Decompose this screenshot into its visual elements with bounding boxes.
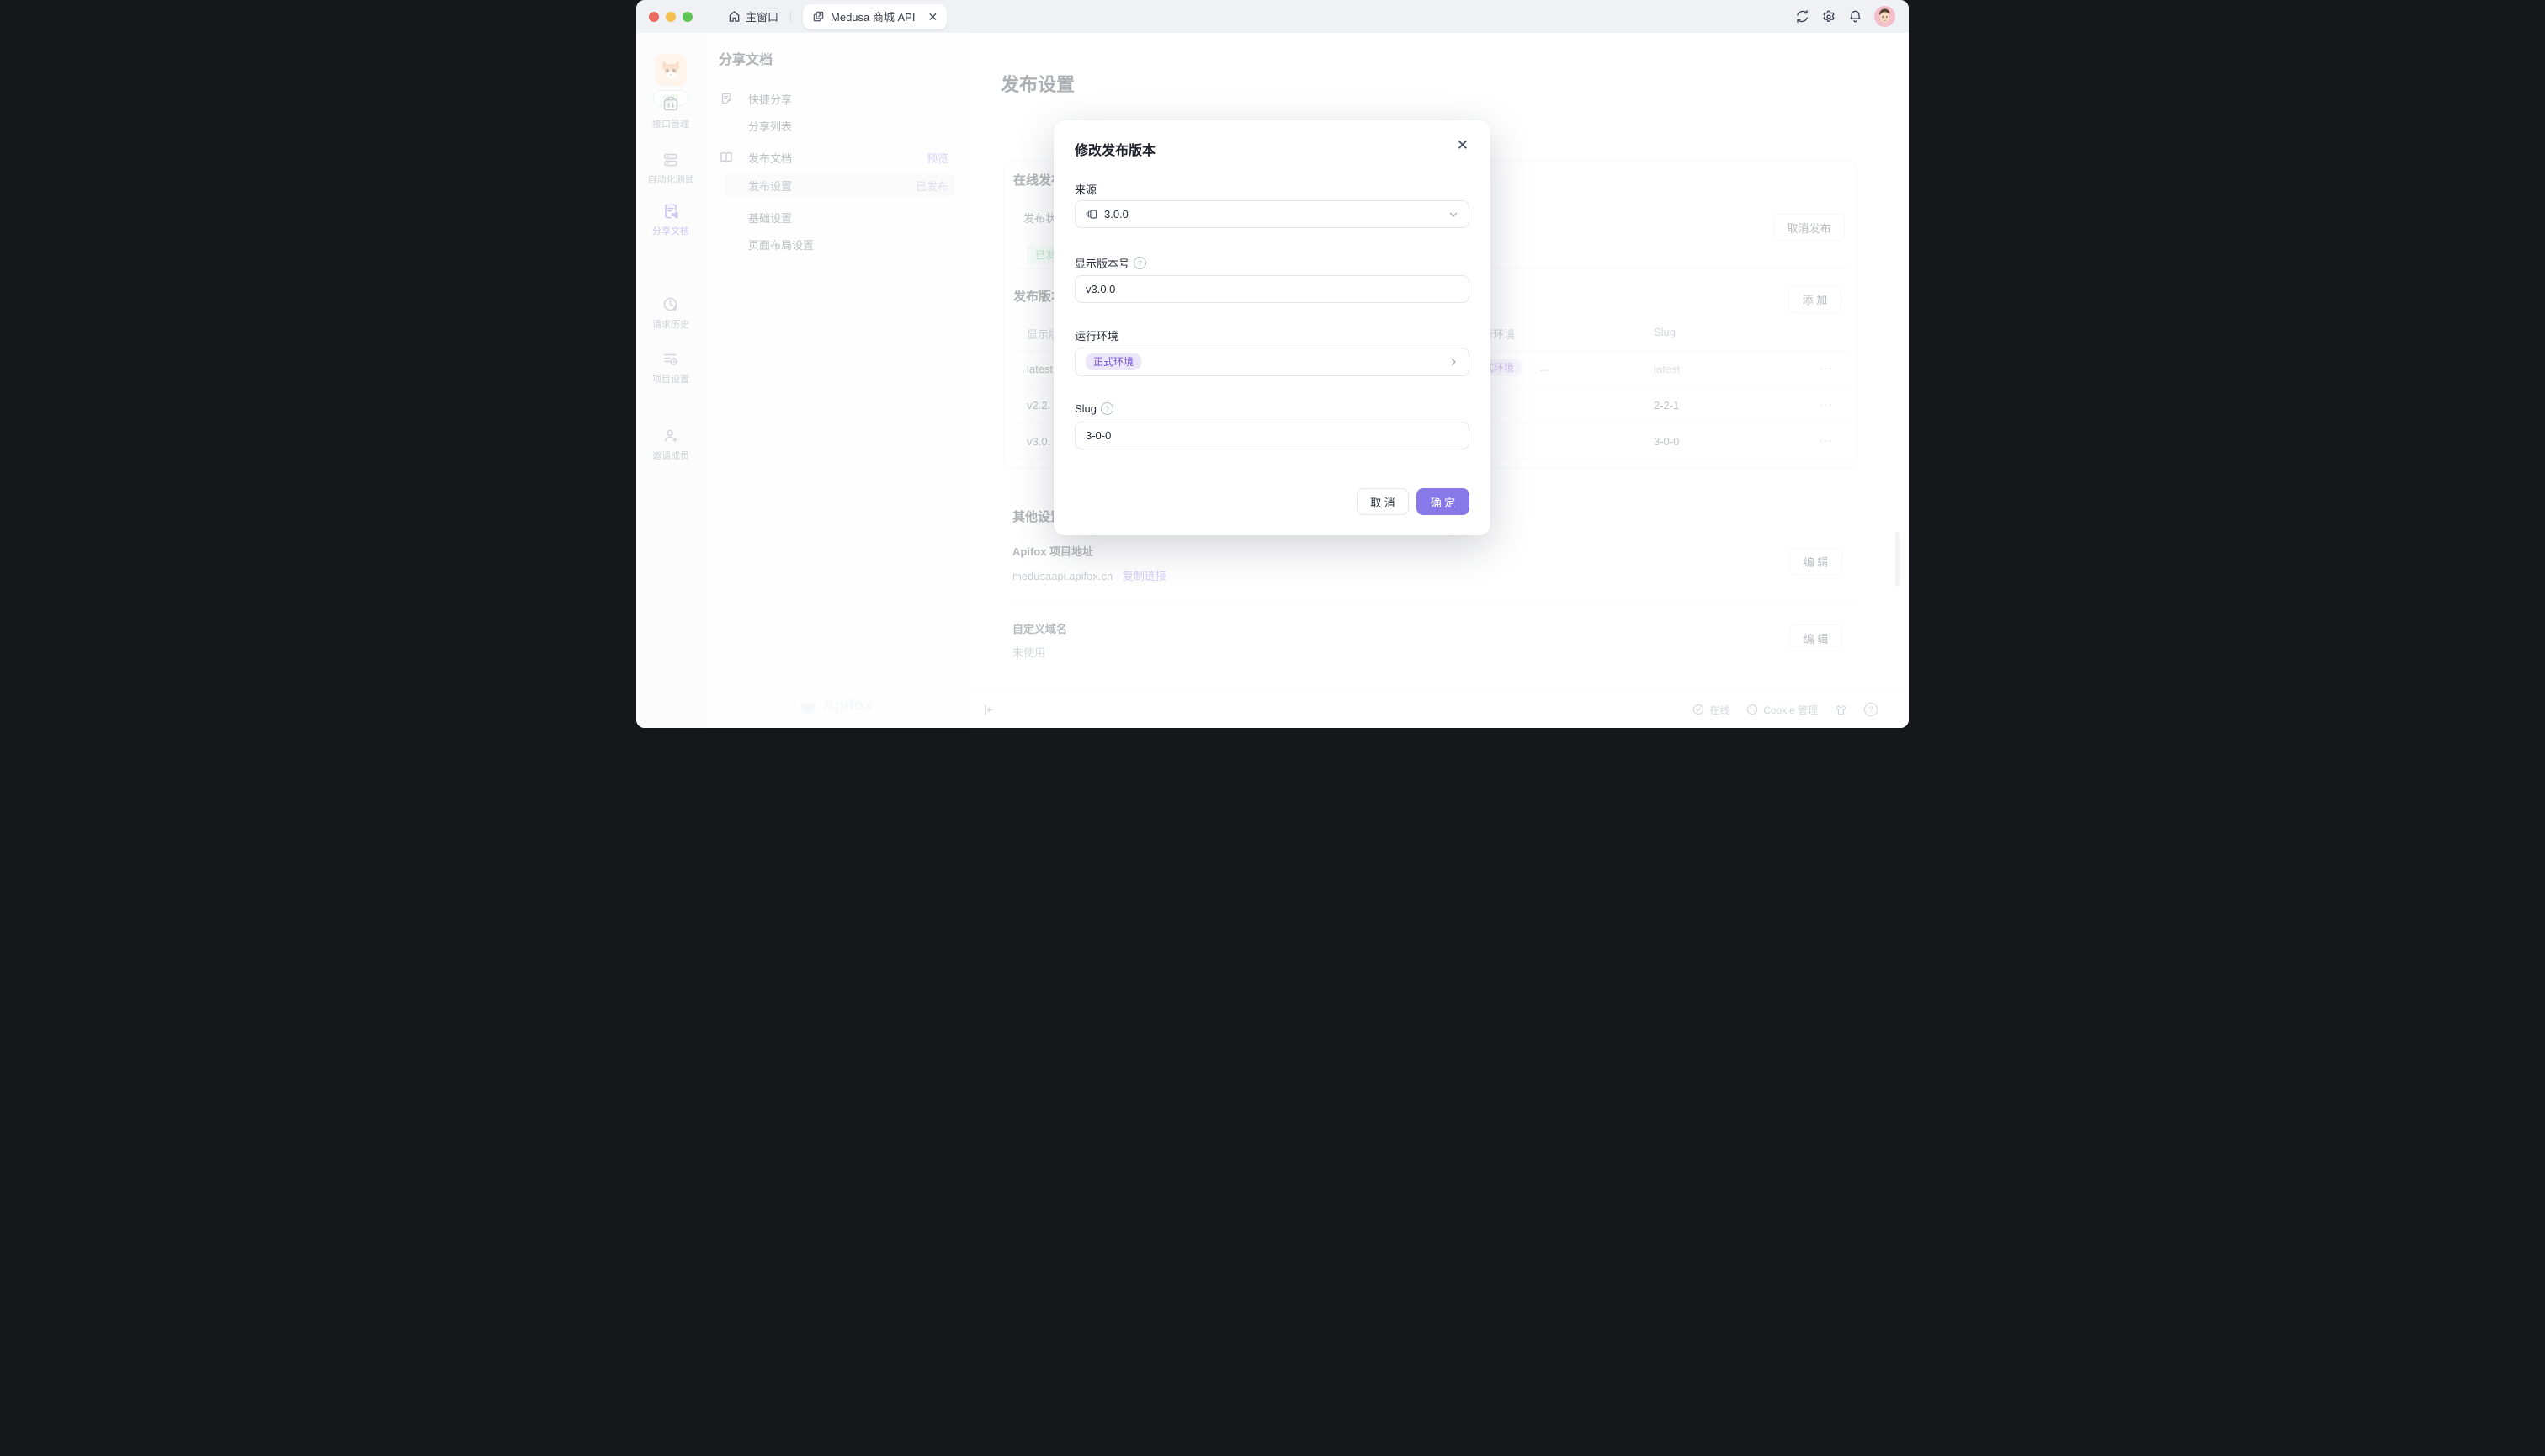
bell-icon[interactable]: [1848, 9, 1862, 24]
slug-label: Slug ?: [1075, 402, 1113, 415]
tab-project[interactable]: Medusa 商城 API ✕: [803, 4, 947, 29]
user-avatar[interactable]: [1874, 6, 1895, 27]
cancel-button[interactable]: 取 消: [1357, 488, 1409, 515]
tab-close-icon[interactable]: ✕: [927, 11, 938, 23]
tab-separator: [790, 10, 791, 24]
help-icon: ?: [1101, 402, 1113, 415]
edit-version-modal: 修改发布版本 ✕ 来源 3.0.0 显示版本号 ? 运行环境 正式环境 Slug: [1054, 120, 1490, 535]
traffic-lights: [649, 12, 693, 22]
tab-project-label: Medusa 商城 API: [831, 8, 915, 24]
titlebar: 主窗口 Medusa 商城 API ✕: [636, 0, 1909, 33]
minimize-window-button[interactable]: [666, 12, 676, 22]
display-version-label-text: 显示版本号: [1075, 255, 1129, 271]
app-window: 主窗口 Medusa 商城 API ✕: [636, 0, 1909, 728]
chevron-down-icon: [1448, 210, 1458, 220]
environment-label: 运行环境: [1075, 327, 1118, 343]
zoom-window-button[interactable]: [683, 12, 693, 22]
source-select-value: 3.0.0: [1104, 208, 1129, 221]
help-icon: ?: [1134, 257, 1146, 269]
gear-icon[interactable]: [1821, 9, 1836, 24]
share-tab-icon: [812, 10, 825, 23]
tab-main-window[interactable]: 主窗口: [728, 8, 778, 24]
modal-title: 修改发布版本: [1075, 139, 1156, 159]
environment-tag: 正式环境: [1086, 353, 1141, 370]
chevron-right-icon: [1448, 357, 1458, 367]
source-label: 来源: [1075, 181, 1097, 197]
modal-close-icon[interactable]: ✕: [1457, 138, 1469, 152]
environment-select[interactable]: 正式环境: [1075, 348, 1469, 376]
source-select[interactable]: 3.0.0: [1075, 200, 1469, 228]
version-icon: [1086, 208, 1098, 221]
close-window-button[interactable]: [649, 12, 659, 22]
slug-input[interactable]: [1075, 422, 1469, 449]
home-icon: [728, 10, 741, 23]
display-version-input[interactable]: [1075, 275, 1469, 303]
slug-label-text: Slug: [1075, 402, 1097, 415]
tab-main-window-label: 主窗口: [746, 8, 778, 24]
sync-icon[interactable]: [1795, 9, 1809, 24]
display-version-label: 显示版本号 ?: [1075, 255, 1146, 271]
confirm-button[interactable]: 确 定: [1416, 488, 1469, 515]
